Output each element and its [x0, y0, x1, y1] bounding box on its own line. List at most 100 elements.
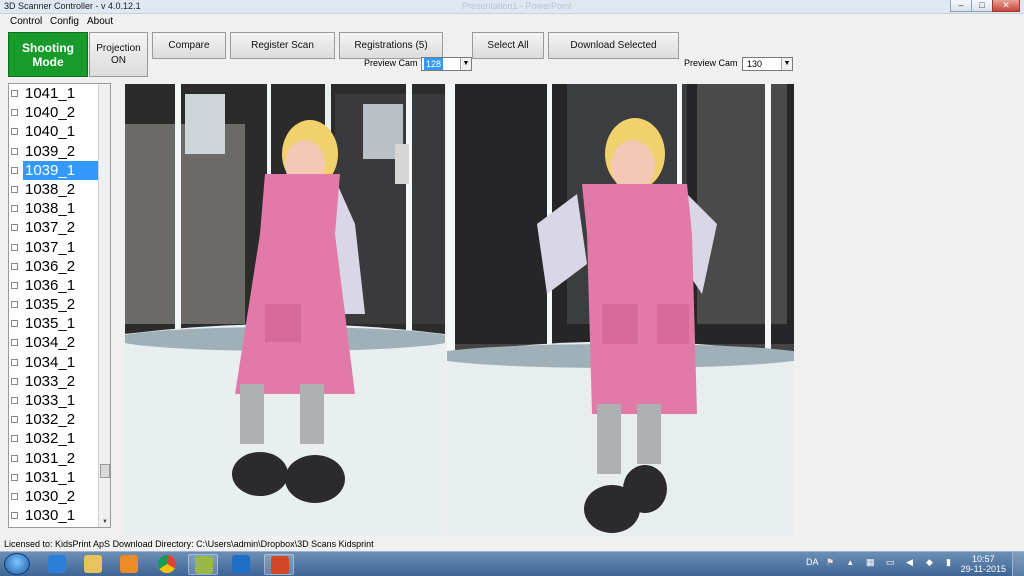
list-item-checkbox[interactable]	[11, 512, 18, 520]
projection-label-1: Projection	[96, 43, 141, 54]
list-item[interactable]: 1036_2	[9, 257, 110, 276]
close-button[interactable]: ✕	[992, 0, 1020, 12]
list-item-checkbox[interactable]	[11, 454, 18, 462]
clock-time: 10:57	[972, 554, 995, 564]
projection-button[interactable]: Projection ON	[89, 32, 148, 77]
list-item-checkbox[interactable]	[11, 492, 18, 500]
shooting-mode-label-1: Shooting	[22, 41, 74, 55]
compare-button[interactable]: Compare	[152, 32, 226, 59]
list-item-checkbox[interactable]	[11, 397, 18, 404]
list-item-label: 1040_1	[25, 123, 76, 141]
list-item-checkbox[interactable]	[11, 147, 18, 155]
background-window-title: Presentation1 - PowerPoint	[462, 1, 572, 11]
start-button-icon[interactable]	[4, 553, 30, 575]
list-item[interactable]: 1038_1	[9, 199, 110, 218]
speaker-icon[interactable]: ◀	[906, 557, 913, 568]
list-item[interactable]: 1030_1	[9, 506, 110, 525]
chevron-down-icon[interactable]: ▼	[460, 58, 471, 70]
list-item-label: 1034_2	[25, 334, 76, 352]
list-item-checkbox[interactable]	[11, 185, 18, 193]
list-item[interactable]: 1037_2	[9, 218, 110, 237]
action-center-icon[interactable]: ⚑	[826, 557, 834, 568]
scan-list[interactable]: 1041_1 1040_2 1040_1 1039_2 1039_1 1038_2 1038…	[8, 83, 111, 528]
list-item[interactable]: 1033_1	[9, 391, 110, 410]
list-item-checkbox[interactable]	[11, 90, 18, 97]
list-item-checkbox[interactable]	[11, 281, 18, 289]
list-item[interactable]: 1031_2	[9, 449, 110, 468]
preview-cam-right-select[interactable]: 130 ▼	[742, 57, 793, 71]
list-item-checkbox[interactable]	[11, 301, 18, 309]
list-scrollbar[interactable]: ▼	[98, 84, 110, 527]
list-item[interactable]: 1032_1	[9, 429, 110, 448]
scanner-app-icon[interactable]	[188, 554, 218, 575]
list-item-checkbox[interactable]	[11, 377, 18, 385]
list-item-checkbox[interactable]	[11, 205, 18, 213]
download-selected-button[interactable]: Download Selected	[548, 32, 679, 59]
list-item[interactable]: 1033_2	[9, 372, 110, 391]
language-indicator[interactable]: DA	[806, 557, 819, 567]
menu-about[interactable]: About	[87, 16, 113, 27]
list-item-label: 1034_1	[25, 353, 76, 371]
list-item[interactable]: 1031_1	[9, 468, 110, 487]
list-item[interactable]: 1036_1	[9, 276, 110, 295]
list-item-checkbox[interactable]	[11, 243, 18, 251]
shooting-mode-button[interactable]: Shooting Mode	[8, 32, 88, 77]
list-item[interactable]: 1032_2	[9, 410, 110, 429]
minimize-button[interactable]: –	[950, 0, 972, 12]
list-item[interactable]: 1035_2	[9, 295, 110, 314]
chevron-down-icon[interactable]: ▼	[781, 58, 792, 70]
dropbox-icon[interactable]: ◆	[926, 557, 933, 568]
menu-control[interactable]: Control	[10, 16, 42, 27]
list-item-checkbox[interactable]	[11, 109, 18, 117]
registrations-button[interactable]: Registrations (5)	[339, 32, 443, 59]
clock[interactable]: 10:57 29-11-2015	[961, 554, 1006, 574]
list-item-checkbox[interactable]	[11, 339, 18, 347]
preview-cam-left-label: Preview Cam	[364, 58, 418, 68]
scroll-down-arrow-icon[interactable]: ▼	[99, 517, 110, 527]
list-item-checkbox[interactable]	[11, 262, 18, 270]
list-item-checkbox[interactable]	[11, 473, 18, 481]
list-item-checkbox[interactable]	[11, 224, 18, 232]
list-item-checkbox[interactable]	[11, 128, 18, 136]
media-player-icon[interactable]	[114, 554, 144, 575]
chrome-icon[interactable]	[152, 554, 182, 575]
preview-cam-left-select[interactable]: 128 ▼	[421, 57, 472, 71]
register-scan-button[interactable]: Register Scan	[230, 32, 335, 59]
powerpoint-icon[interactable]	[264, 554, 294, 575]
list-item-checkbox[interactable]	[11, 416, 18, 424]
scrollbar-thumb[interactable]	[100, 464, 110, 478]
display-icon[interactable]: ▭	[886, 557, 895, 568]
list-item-label: 1039_1	[23, 160, 103, 180]
list-item-checkbox[interactable]	[11, 166, 18, 174]
list-item[interactable]: 1030_2	[9, 487, 110, 506]
maximize-button[interactable]: □	[971, 0, 993, 12]
list-item[interactable]: 1034_2	[9, 333, 110, 352]
list-item[interactable]: 1035_1	[9, 314, 110, 333]
list-item-label: 1037_2	[25, 219, 76, 237]
explorer-icon[interactable]	[78, 554, 108, 575]
list-item[interactable]: 1039_1	[9, 160, 110, 180]
preview-image-left	[125, 84, 445, 536]
list-item-checkbox[interactable]	[11, 358, 18, 366]
network-icon[interactable]: ▦	[866, 557, 875, 568]
list-item[interactable]: 1034_1	[9, 353, 110, 372]
list-item-label: 1030_1	[25, 507, 76, 525]
list-item[interactable]: 1039_2	[9, 142, 110, 161]
select-all-button[interactable]: Select All	[472, 32, 544, 59]
list-item-label: 1031_1	[25, 468, 76, 486]
list-item-checkbox[interactable]	[11, 435, 18, 443]
list-item[interactable]: 1037_1	[9, 238, 110, 257]
list-item[interactable]: 1038_2	[9, 180, 110, 199]
list-item[interactable]: 1040_2	[9, 103, 110, 122]
tray-arrow-icon[interactable]: ▴	[848, 557, 853, 568]
battery-icon[interactable]: ▮	[946, 557, 951, 568]
show-desktop-button[interactable]	[1012, 552, 1024, 576]
menu-config[interactable]: Config	[50, 16, 79, 27]
list-item[interactable]: 1041_1	[9, 84, 110, 103]
list-item-label: 1030_2	[25, 487, 76, 505]
list-item-checkbox[interactable]	[11, 320, 18, 328]
outlook-icon[interactable]	[226, 554, 256, 575]
preview-image-right	[447, 84, 794, 536]
list-item[interactable]: 1040_1	[9, 122, 110, 141]
ie-icon[interactable]	[42, 554, 72, 575]
